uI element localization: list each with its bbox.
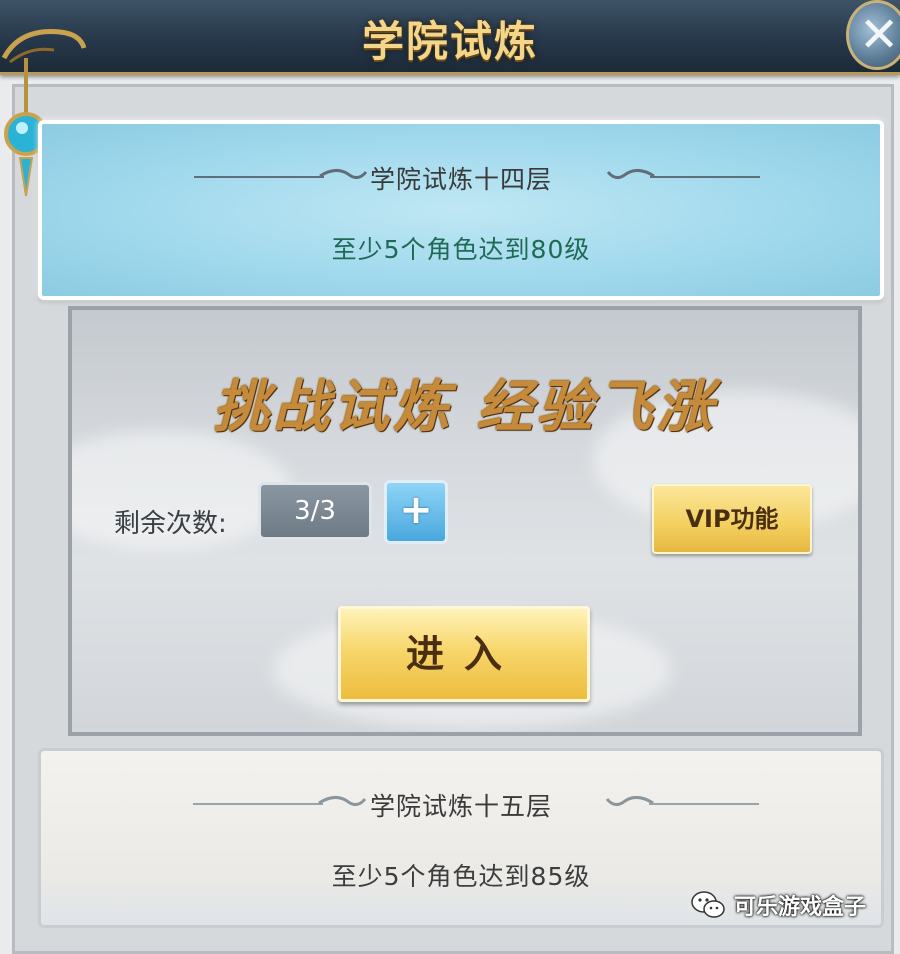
close-button[interactable]: ✕ [846,0,900,70]
divider-line [649,803,759,805]
remaining-count-label: 剩余次数: [114,509,227,539]
watermark: 可乐游戏盒子 [690,888,866,922]
level-name: 学院试炼十四层 [369,165,552,194]
watermark-text: 可乐游戏盒子 [734,895,867,920]
enter-button[interactable]: 进入 [338,606,590,702]
remaining-count-value: 3/3 [258,482,372,540]
divider-line [650,176,760,178]
vip-feature-button[interactable]: VIP功能 [652,484,812,554]
level-name: 学院试炼十五层 [369,792,552,821]
add-attempts-button[interactable]: + [384,480,448,544]
swirl-ornament-icon [606,169,655,179]
title-bar: 学院试炼 [0,0,900,75]
swirl-ornament-icon [605,796,654,806]
plus-icon: + [399,487,433,533]
level-card-14[interactable]: 学院试炼十四层 至少5个角色达到80级 [38,120,884,300]
close-icon: ✕ [859,7,900,63]
window-title: 学院试炼 [361,17,538,66]
slogan-banner: 挑战试炼 经验飞涨 [213,374,717,440]
challenge-panel: 挑战试炼 经验飞涨 剩余次数: 3/3 + VIP功能 进入 [68,306,862,736]
wechat-icon [691,891,725,918]
level-requirement: 至少5个角色达到80级 [331,235,591,264]
